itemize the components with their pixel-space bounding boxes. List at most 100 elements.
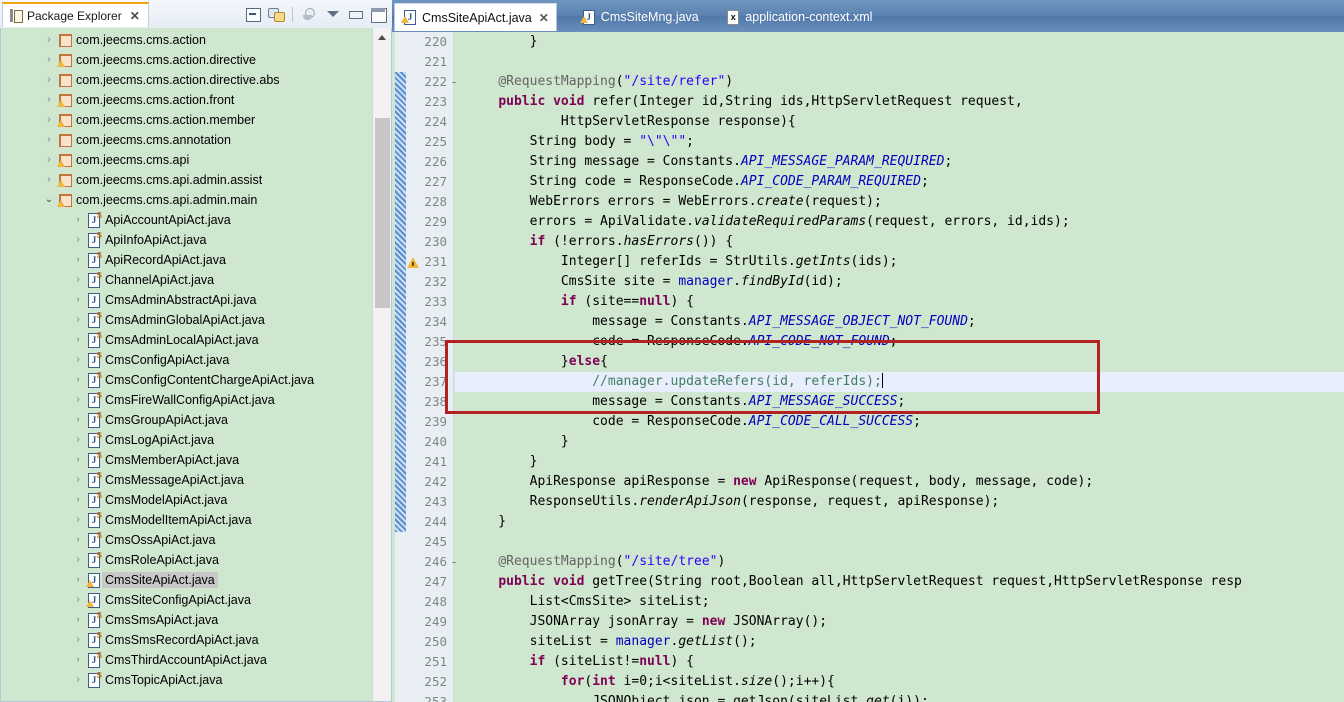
tree-item-package[interactable]: › com.jeecms.cms.action	[1, 30, 372, 50]
link-with-editor-icon[interactable]	[266, 4, 286, 24]
tree-item-java-file[interactable]: › CmsAdminAbstractApi.java	[1, 290, 372, 310]
tree-item-java-file[interactable]: › CmsTopicApiAct.java	[1, 670, 372, 690]
code-line[interactable]: CmsSite site = manager.findById(id);	[467, 272, 843, 292]
code-line[interactable]: }	[467, 432, 569, 452]
chevron-right-icon[interactable]: ›	[72, 475, 84, 485]
tree-item-java-file[interactable]: › CmsModelItemApiAct.java	[1, 510, 372, 530]
editor-tab[interactable]: CmsSiteApiAct.java ✕	[394, 3, 557, 31]
code-line[interactable]: if (!errors.hasErrors()) {	[467, 232, 734, 252]
code-line[interactable]: HttpServletResponse response){	[467, 112, 796, 132]
chevron-right-icon[interactable]: ›	[72, 255, 84, 265]
chevron-right-icon[interactable]: ›	[72, 675, 84, 685]
tree-item-java-file[interactable]: › CmsSiteConfigApiAct.java	[1, 590, 372, 610]
code-line[interactable]: }	[467, 452, 538, 472]
tree-item-java-file[interactable]: › CmsGroupApiAct.java	[1, 410, 372, 430]
code-line[interactable]: if (siteList!=null) {	[467, 652, 694, 672]
code-line[interactable]: Integer[] referIds = StrUtils.getInts(id…	[467, 252, 898, 272]
chevron-right-icon[interactable]: ›	[72, 395, 84, 405]
code-line[interactable]: code = ResponseCode.API_CODE_NOT_FOUND;	[467, 332, 897, 352]
tree-item-java-file[interactable]: › ApiInfoApiAct.java	[1, 230, 372, 250]
code-line[interactable]: public void getTree(String root,Boolean …	[467, 572, 1242, 592]
tree-item-package[interactable]: › com.jeecms.cms.action.front	[1, 90, 372, 110]
view-menu-icon[interactable]	[322, 4, 342, 24]
code-line[interactable]: String body = "\"\"";	[467, 132, 694, 152]
tree-item-java-file[interactable]: › CmsMessageApiAct.java	[1, 470, 372, 490]
tree-item-package[interactable]: › com.jeecms.cms.api.admin.assist	[1, 170, 372, 190]
code-line[interactable]: ApiResponse apiResponse = new ApiRespons…	[467, 472, 1094, 492]
chevron-right-icon[interactable]: ›	[72, 495, 84, 505]
chevron-right-icon[interactable]: ›	[43, 95, 55, 105]
chevron-right-icon[interactable]: ›	[72, 355, 84, 365]
tree-item-java-file[interactable]: › CmsOssApiAct.java	[1, 530, 372, 550]
chevron-right-icon[interactable]: ›	[72, 615, 84, 625]
chevron-right-icon[interactable]: ›	[43, 115, 55, 125]
code-line[interactable]: message = Constants.API_MESSAGE_OBJECT_N…	[467, 312, 976, 332]
chevron-right-icon[interactable]: ›	[72, 535, 84, 545]
maximize-icon[interactable]	[368, 4, 388, 24]
code-line[interactable]: public void refer(Integer id,String ids,…	[467, 92, 1022, 112]
tree-item-java-file[interactable]: › CmsMemberApiAct.java	[1, 450, 372, 470]
chevron-right-icon[interactable]: ›	[43, 155, 55, 165]
chevron-right-icon[interactable]: ›	[72, 595, 84, 605]
tree-item-package[interactable]: › com.jeecms.cms.annotation	[1, 130, 372, 150]
code-line[interactable]: List<CmsSite> siteList;	[467, 592, 710, 612]
chevron-right-icon[interactable]: ›	[72, 315, 84, 325]
tree-item-java-file[interactable]: › CmsAdminGlobalApiAct.java	[1, 310, 372, 330]
chevron-right-icon[interactable]: ›	[43, 75, 55, 85]
chevron-right-icon[interactable]: ›	[43, 55, 55, 65]
chevron-right-icon[interactable]: ›	[43, 135, 55, 145]
code-line[interactable]: errors = ApiValidate.validateRequiredPar…	[467, 212, 1070, 232]
chevron-right-icon[interactable]: ›	[72, 555, 84, 565]
chevron-right-icon[interactable]: ›	[72, 435, 84, 445]
tree-item-package[interactable]: › com.jeecms.cms.api	[1, 150, 372, 170]
code-line[interactable]: for(int i=0;i<siteList.size();i++){	[467, 672, 835, 692]
editor-tab[interactable]: CmsSiteMng.java	[574, 3, 713, 31]
tree-scrollbar[interactable]	[372, 28, 391, 701]
close-icon[interactable]: ✕	[539, 11, 549, 25]
chevron-right-icon[interactable]: ›	[43, 175, 55, 185]
tree-item-java-file[interactable]: › CmsThirdAccountApiAct.java	[1, 650, 372, 670]
editor-tab[interactable]: application-context.xml	[718, 3, 886, 31]
chevron-right-icon[interactable]: ›	[72, 655, 84, 665]
code-line[interactable]: siteList = manager.getList();	[467, 632, 757, 652]
scrollbar-thumb[interactable]	[375, 118, 390, 308]
chevron-right-icon[interactable]: ›	[72, 215, 84, 225]
code-line[interactable]: //manager.updateRefers(id, referIds);	[467, 372, 883, 392]
minimize-icon[interactable]	[345, 4, 365, 24]
collapse-all-icon[interactable]	[243, 4, 263, 24]
code-line[interactable]: String code = ResponseCode.API_CODE_PARA…	[467, 172, 929, 192]
tree-item-java-file[interactable]: › CmsFireWallConfigApiAct.java	[1, 390, 372, 410]
code-line[interactable]: JSONObject json = getJson(siteList.get(i…	[467, 692, 929, 702]
code-line[interactable]: code = ResponseCode.API_CODE_CALL_SUCCES…	[467, 412, 921, 432]
code-line[interactable]: @RequestMapping("/site/refer")	[467, 72, 733, 92]
chevron-down-icon[interactable]: ⌄	[43, 195, 55, 205]
package-explorer-tree[interactable]: › com.jeecms.cms.action › com.jeecms.cms.ac…	[1, 28, 372, 701]
tree-item-java-file[interactable]: › CmsSmsRecordApiAct.java	[1, 630, 372, 650]
focus-on-active-task-icon[interactable]	[299, 4, 319, 24]
code-line[interactable]: JSONArray jsonArray = new JSONArray();	[467, 612, 827, 632]
tree-item-java-file[interactable]: › ApiAccountApiAct.java	[1, 210, 372, 230]
code-line[interactable]: message = Constants.API_MESSAGE_SUCCESS;	[467, 392, 905, 412]
tree-item-package[interactable]: › com.jeecms.cms.action.directive	[1, 50, 372, 70]
code-line[interactable]: String message = Constants.API_MESSAGE_P…	[467, 152, 953, 172]
tree-item-java-file[interactable]: › CmsSmsApiAct.java	[1, 610, 372, 630]
close-icon[interactable]: ✕	[130, 9, 140, 23]
chevron-right-icon[interactable]: ›	[72, 575, 84, 585]
chevron-right-icon[interactable]: ›	[43, 35, 55, 45]
tree-item-package[interactable]: › com.jeecms.cms.action.member	[1, 110, 372, 130]
code-line[interactable]: ResponseUtils.renderApiJson(response, re…	[467, 492, 1000, 512]
chevron-right-icon[interactable]: ›	[72, 375, 84, 385]
chevron-right-icon[interactable]: ›	[72, 515, 84, 525]
code-line[interactable]: @RequestMapping("/site/tree")	[467, 552, 725, 572]
code-line[interactable]: }	[467, 512, 506, 532]
scroll-up-arrow-icon[interactable]	[373, 28, 391, 46]
code-editor-surface[interactable]: 220 221 222-223 224 225 226 227 228 229 230 231 232…	[392, 32, 1344, 702]
tree-item-java-file[interactable]: › CmsConfigContentChargeApiAct.java	[1, 370, 372, 390]
chevron-right-icon[interactable]: ›	[72, 295, 84, 305]
tree-item-java-file[interactable]: › CmsConfigApiAct.java	[1, 350, 372, 370]
chevron-right-icon[interactable]: ›	[72, 335, 84, 345]
chevron-right-icon[interactable]: ›	[72, 235, 84, 245]
tree-item-java-file[interactable]: › ApiRecordApiAct.java	[1, 250, 372, 270]
tab-package-explorer[interactable]: Package Explorer ✕	[2, 2, 149, 27]
chevron-right-icon[interactable]: ›	[72, 275, 84, 285]
